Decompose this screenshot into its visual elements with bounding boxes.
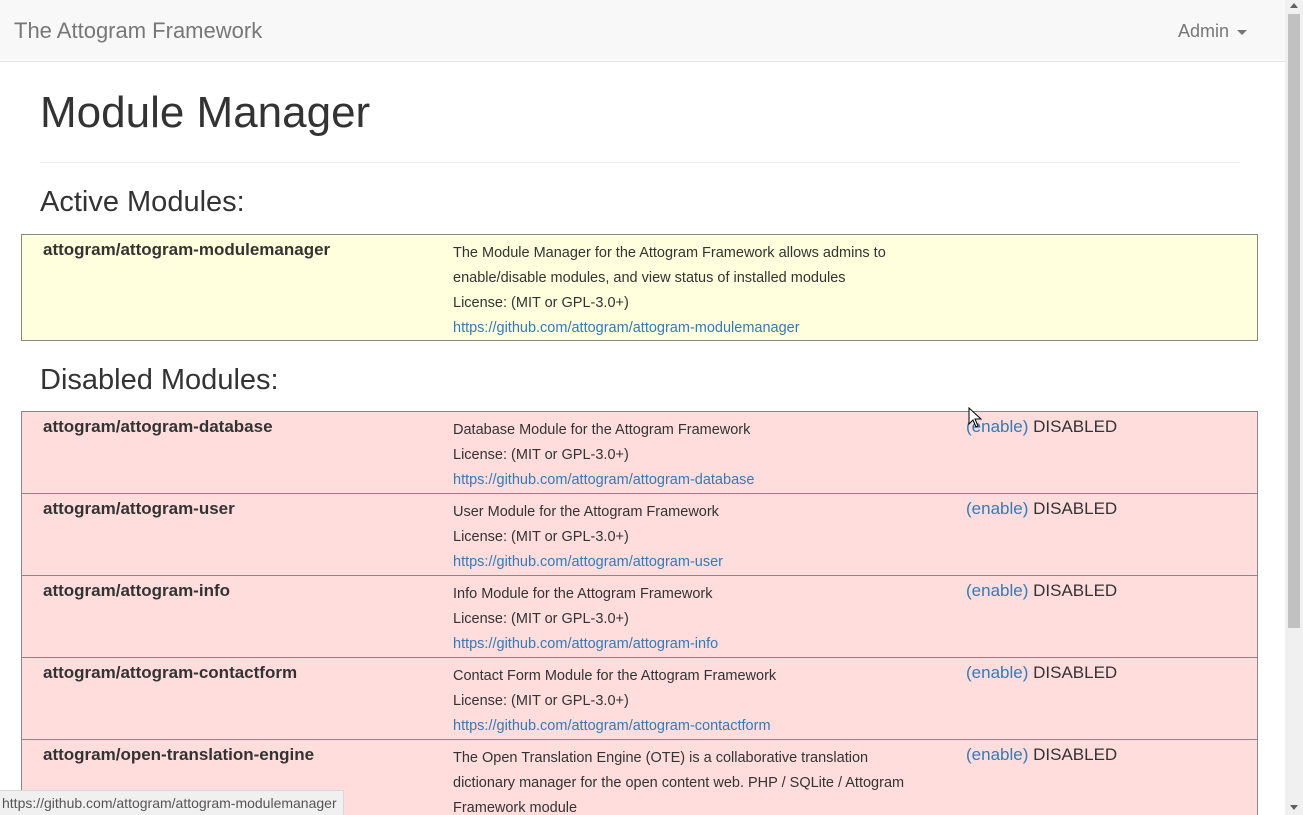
scrollbar-thumb[interactable] [1288, 14, 1300, 628]
module-license: License: (MIT or GPL-3.0+) [453, 295, 629, 311]
browser-status-bar: https://github.com/attogram/attogram-mod… [0, 790, 344, 815]
enable-link[interactable]: (enable) [966, 581, 1028, 600]
module-details: The Module Manager for the Attogram Fram… [453, 241, 923, 341]
mouse-cursor-icon [968, 407, 982, 428]
status-label: DISABLED [1033, 417, 1118, 436]
disabled-module-row: attogram/attogram-info Info Module for t… [21, 575, 1258, 658]
navbar: The Attogram Framework Admin [0, 0, 1285, 62]
module-description: Database Module for the Attogram Framewo… [453, 422, 751, 438]
module-details: The Open Translation Engine (OTE) is a c… [453, 746, 923, 815]
module-details: Database Module for the Attogram Framewo… [453, 418, 923, 493]
vertical-scrollbar[interactable] [1285, 0, 1303, 815]
enable-link[interactable]: (enable) [966, 745, 1028, 764]
module-description: The Open Translation Engine (OTE) is a c… [453, 750, 905, 815]
module-name: attogram/attogram-user [43, 499, 235, 518]
enable-link[interactable]: (enable) [966, 663, 1028, 682]
module-url-link[interactable]: https://github.com/attogram/attogram-mod… [453, 316, 923, 341]
module-name: attogram/attogram-database [43, 417, 273, 436]
enable-link[interactable]: (enable) [966, 499, 1028, 518]
module-url-link[interactable]: https://github.com/attogram/attogram-dat… [453, 468, 923, 493]
module-description: The Module Manager for the Attogram Fram… [453, 245, 886, 286]
module-license: License: (MIT or GPL-3.0+) [453, 529, 629, 545]
module-license: License: (MIT or GPL-3.0+) [453, 693, 629, 709]
module-description: Contact Form Module for the Attogram Fra… [453, 668, 777, 684]
title-divider [40, 162, 1240, 163]
status-label: DISABLED [1033, 745, 1118, 764]
module-details: Contact Form Module for the Attogram Fra… [453, 664, 923, 739]
module-details: Info Module for the Attogram Framework L… [453, 582, 923, 657]
caret-down-icon [1237, 29, 1247, 35]
module-name: attogram/attogram-contactform [43, 663, 298, 682]
disabled-module-row: attogram/attogram-user User Module for t… [21, 493, 1258, 576]
active-module-row: attogram/attogram-modulemanager The Modu… [21, 234, 1258, 341]
module-description: User Module for the Attogram Framework [453, 504, 719, 520]
module-url-link[interactable]: https://github.com/attogram/attogram-use… [453, 550, 923, 575]
scroll-down-arrow-icon[interactable] [1290, 805, 1298, 810]
module-status: (enable) DISABLED [966, 499, 1117, 519]
module-description: Info Module for the Attogram Framework [453, 586, 713, 602]
status-label: DISABLED [1033, 663, 1118, 682]
module-name: attogram/attogram-info [43, 581, 230, 600]
module-status: (enable) DISABLED [966, 417, 1117, 437]
module-status: (enable) DISABLED [966, 581, 1117, 601]
admin-dropdown[interactable]: Admin [1178, 21, 1247, 42]
active-modules-heading: Active Modules: [40, 186, 245, 218]
module-name: attogram/open-translation-engine [43, 745, 315, 764]
module-details: User Module for the Attogram Framework L… [453, 500, 923, 575]
module-status: (enable) DISABLED [966, 745, 1117, 765]
disabled-module-row: attogram/attogram-database Database Modu… [21, 411, 1258, 494]
scroll-up-arrow-icon[interactable] [1290, 3, 1298, 8]
main-content: Module Manager Active Modules: attogram/… [0, 62, 1285, 815]
disabled-module-row: attogram/attogram-contactform Contact Fo… [21, 657, 1258, 740]
module-license: License: (MIT or GPL-3.0+) [453, 611, 629, 627]
module-name: attogram/attogram-modulemanager [43, 240, 331, 259]
page-title: Module Manager [40, 88, 371, 137]
admin-label: Admin [1177, 21, 1229, 41]
disabled-modules-heading: Disabled Modules: [40, 364, 279, 396]
module-license: License: (MIT or GPL-3.0+) [453, 447, 629, 463]
module-url-link[interactable]: https://github.com/attogram/attogram-inf… [453, 632, 923, 657]
status-label: DISABLED [1033, 581, 1118, 600]
status-label: DISABLED [1033, 499, 1118, 518]
brand-link[interactable]: The Attogram Framework [14, 18, 262, 44]
module-url-link[interactable]: https://github.com/attogram/attogram-con… [453, 714, 923, 739]
module-status: (enable) DISABLED [966, 663, 1117, 683]
